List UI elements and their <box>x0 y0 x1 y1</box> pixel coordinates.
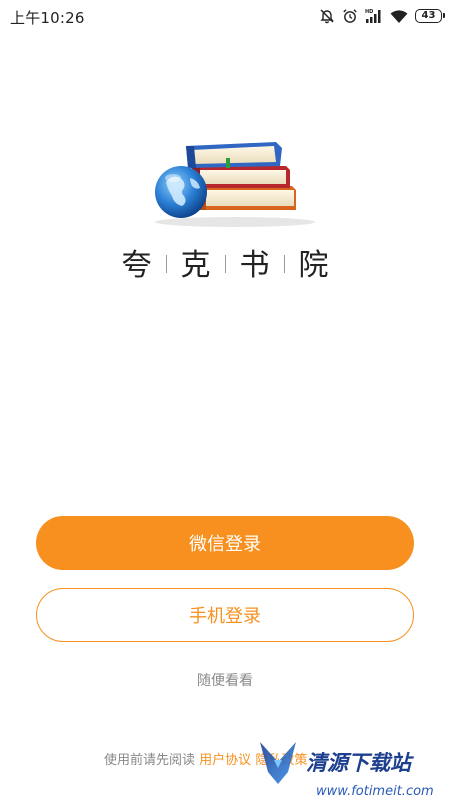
app-title-char-4: 院 <box>298 248 329 283</box>
svg-text:HD: HD <box>365 9 373 15</box>
phone-login-label: 手机登录 <box>189 606 261 627</box>
user-agreement-link[interactable]: 用户协议 <box>199 753 251 768</box>
watermark-name: 清源下载站 <box>306 751 414 775</box>
status-time: 上午10:26 <box>10 9 85 27</box>
title-separator <box>224 255 226 273</box>
watermark-url: www.fotimeit.com <box>316 784 434 799</box>
app-title-char-3: 书 <box>239 248 270 283</box>
watermark: 清源下载站 www.fotimeit.com <box>258 738 436 800</box>
app-title: 夸 克 书 院 <box>0 240 450 284</box>
title-separator <box>283 255 285 273</box>
app-title-char-2: 克 <box>180 248 211 283</box>
phone-login-button[interactable]: 手机登录 <box>36 588 414 642</box>
title-separator <box>165 255 167 273</box>
battery-icon: 43 <box>415 9 445 23</box>
status-bar: 上午10:26 HD 43 <box>0 0 450 32</box>
battery-level: 43 <box>421 10 436 21</box>
browse-as-guest-link[interactable]: 随便看看 <box>0 670 450 690</box>
wechat-login-label: 微信登录 <box>189 534 261 555</box>
wifi-icon <box>390 9 408 24</box>
hd-signal-icon: HD <box>365 8 383 24</box>
status-icons: HD 43 <box>319 6 445 26</box>
wechat-login-button[interactable]: 微信登录 <box>36 516 414 570</box>
agreement-prefix: 使用前请先阅读 <box>104 753 196 768</box>
notifications-off-icon <box>319 8 335 24</box>
app-title-char-1: 夸 <box>121 248 152 283</box>
alarm-icon <box>342 8 358 24</box>
app-logo <box>140 130 320 230</box>
